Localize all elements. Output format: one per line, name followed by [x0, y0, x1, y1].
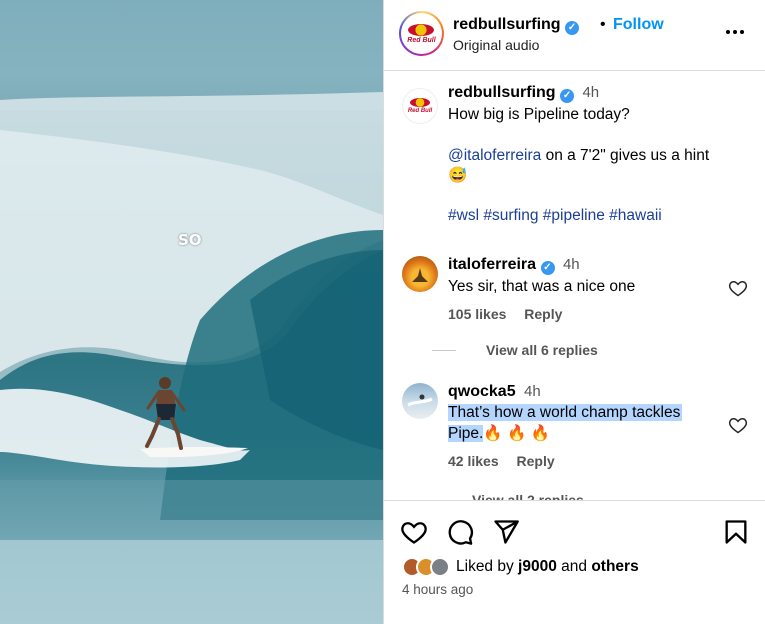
comment-username[interactable]: italoferreira: [448, 256, 536, 273]
comment-avatar[interactable]: [402, 256, 438, 292]
caption-time[interactable]: 4h: [582, 84, 599, 101]
audio-label[interactable]: Original audio: [453, 37, 539, 53]
post-header: Red Bull redbullsurfing ✓ • Follow Origi…: [384, 0, 765, 71]
comment-likes[interactable]: 105 likes: [448, 306, 506, 322]
hashtags: #wsl #surfing #pipeline #hawaii: [448, 206, 748, 226]
caption-text-line1: How big is Pipeline today?: [448, 106, 630, 123]
comment-time[interactable]: 4h: [563, 256, 580, 273]
comment-avatar[interactable]: [402, 383, 438, 419]
liked-others-link[interactable]: others: [591, 558, 638, 575]
view-replies[interactable]: View all 6 replies: [432, 342, 598, 358]
caption-emoji: 😅: [448, 167, 468, 184]
heart-icon[interactable]: [400, 518, 428, 546]
liked-by-text: Liked by j9000 and others: [456, 558, 639, 575]
author-username[interactable]: redbullsurfing ✓: [453, 16, 580, 35]
liked-by: Liked by j9000 and others: [402, 557, 639, 577]
hashtag-link[interactable]: #hawaii: [609, 207, 662, 224]
caption-username[interactable]: redbullsurfing: [448, 84, 556, 101]
hashtag-link[interactable]: #pipeline: [543, 207, 605, 224]
surf-scene: [0, 0, 383, 624]
liked-user-link[interactable]: j9000: [518, 558, 557, 575]
caption-text-line2: @italoferreira on a 7'2" gives us a hint: [448, 147, 710, 164]
verified-icon: ✓: [540, 261, 555, 275]
comment-text: That’s how a world champ tackles: [448, 404, 683, 421]
liker-avatar[interactable]: [430, 557, 450, 577]
caption-avatar[interactable]: Red Bull: [402, 88, 438, 124]
header-separator: •: [600, 16, 606, 33]
author-avatar[interactable]: Red Bull: [399, 11, 444, 56]
reply-button[interactable]: Reply: [524, 306, 562, 322]
more-icon[interactable]: [724, 22, 746, 42]
mention-link[interactable]: @italoferreira: [448, 147, 541, 164]
post-panel: Red Bull redbullsurfing ✓ • Follow Origi…: [383, 0, 765, 624]
heart-icon[interactable]: [728, 278, 748, 298]
fire-emoji: 🔥 🔥 🔥: [483, 425, 550, 442]
video-caption-word: SO: [178, 231, 202, 249]
verified-icon: ✓: [560, 89, 575, 103]
reply-button[interactable]: Reply: [517, 453, 555, 469]
view-replies[interactable]: View all 2 replies: [448, 492, 584, 500]
redbull-logo: Red Bull: [408, 98, 432, 114]
comment-likes[interactable]: 42 likes: [448, 453, 499, 469]
verified-icon: ✓: [565, 21, 580, 35]
heart-icon[interactable]: [728, 415, 748, 435]
comment-icon[interactable]: [446, 518, 474, 546]
comment-text-line2: Pipe.🔥 🔥 🔥: [448, 425, 550, 442]
comment-username[interactable]: qwocka5: [448, 383, 516, 400]
hashtag-link[interactable]: #surfing: [483, 207, 538, 224]
comments-list[interactable]: Red Bull redbullsurfing ✓ 4h How big is …: [384, 72, 765, 500]
video-player[interactable]: SO: [0, 0, 383, 624]
instagram-post: SO Red Bull redbullsurfing ✓ • Follow Or…: [0, 0, 765, 624]
comment-text: Yes sir, that was a nice one: [448, 278, 636, 295]
redbull-logo: Red Bull: [407, 23, 436, 44]
post-timestamp[interactable]: 4 hours ago: [402, 582, 473, 597]
bookmark-icon[interactable]: [722, 518, 750, 546]
comment-time[interactable]: 4h: [524, 383, 541, 400]
post-actions: Liked by j9000 and others 4 hours ago: [384, 500, 765, 624]
hashtag-link[interactable]: #wsl: [448, 207, 479, 224]
follow-button[interactable]: Follow: [613, 16, 664, 34]
share-icon[interactable]: [492, 518, 520, 546]
